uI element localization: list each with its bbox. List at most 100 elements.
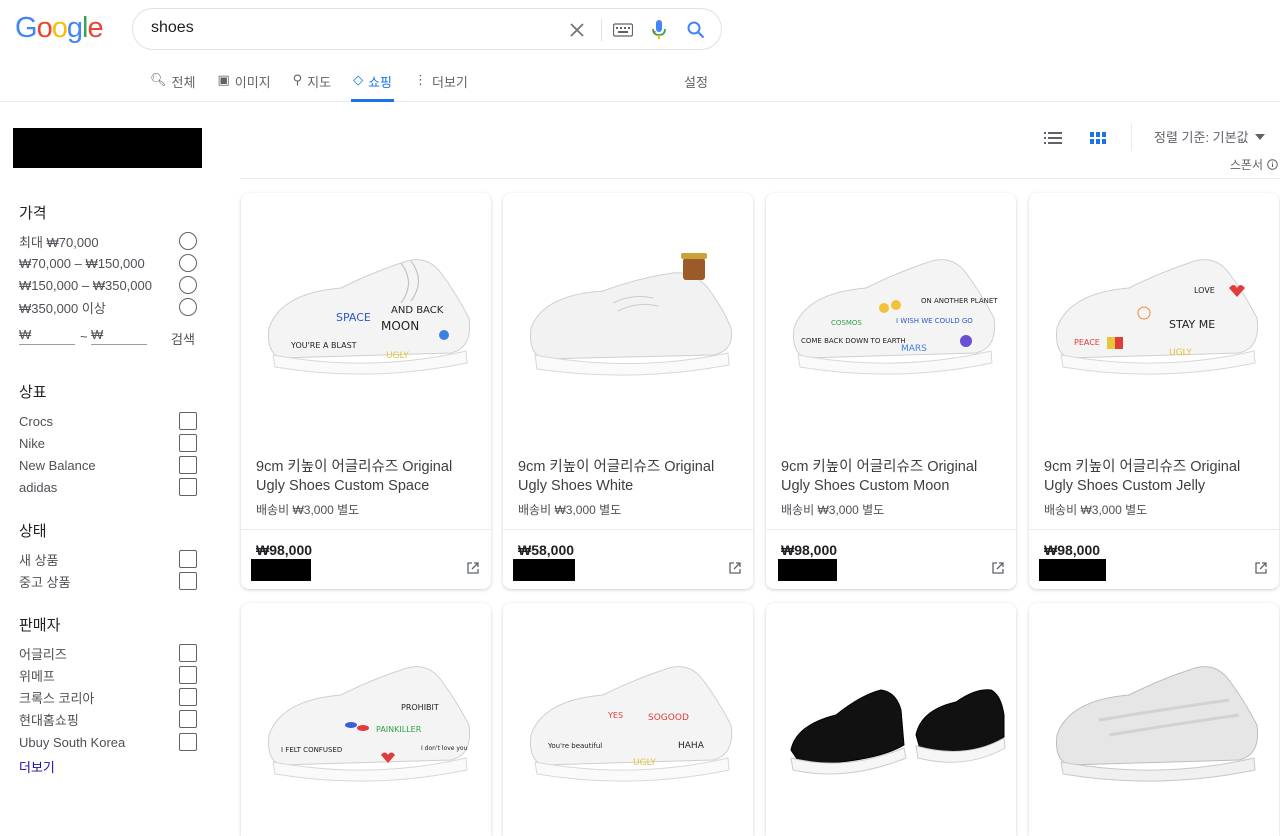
open-in-new-icon[interactable] xyxy=(467,561,479,579)
checkbox[interactable] xyxy=(179,666,197,684)
open-in-new-icon[interactable] xyxy=(992,561,1004,579)
product-title[interactable]: 9cm 키높이 어글리슈즈 Original Ugly Shoes Custom… xyxy=(1044,458,1269,496)
product-card[interactable]: PROHIBIT PAINKILLER I FELT CONFUSED I do… xyxy=(241,603,491,836)
svg-text:COME BACK DOWN TO EARTH: COME BACK DOWN TO EARTH xyxy=(801,337,906,345)
brand-option[interactable]: Nike xyxy=(19,433,199,453)
search-icon[interactable] xyxy=(684,18,708,42)
redacted-block xyxy=(13,128,202,168)
condition-option[interactable]: 중고 상품 xyxy=(19,571,199,591)
max-price-input[interactable]: ₩ xyxy=(91,327,147,345)
radio-button[interactable] xyxy=(179,232,197,250)
seller-option[interactable]: 현대홈쇼핑 xyxy=(19,709,199,729)
brand-option[interactable]: adidas xyxy=(19,477,199,497)
shipping-info: 배송비 ₩3,000 별도 xyxy=(256,503,360,517)
checkbox[interactable] xyxy=(179,733,197,751)
grid-view-icon[interactable] xyxy=(1090,131,1106,149)
product-card[interactable] xyxy=(766,603,1016,836)
product-image[interactable]: ON ANOTHER PLANET COSMOS I WISH WE COULD… xyxy=(766,193,1016,433)
caret-down-icon xyxy=(1254,133,1265,140)
product-image[interactable]: LOVE STAY ME PEACE UGLY xyxy=(1029,193,1279,433)
svg-text:AND BACK: AND BACK xyxy=(391,305,444,316)
redacted-store-name xyxy=(513,559,575,581)
price-range: ₩ ~ ₩ 검색 xyxy=(19,327,195,348)
svg-text:PROHIBIT: PROHIBIT xyxy=(401,703,439,712)
product-price: ₩58,000 xyxy=(518,542,575,558)
checkbox[interactable] xyxy=(179,644,197,662)
open-in-new-icon[interactable] xyxy=(1255,561,1267,579)
product-title[interactable]: 9cm 키높이 어글리슈즈 Original Ugly Shoes Custom… xyxy=(781,458,1006,496)
microphone-icon[interactable] xyxy=(647,18,671,42)
settings-link[interactable]: 설정 xyxy=(684,72,708,91)
seller-option[interactable]: 어글리즈 xyxy=(19,643,199,663)
tab-shopping[interactable]: ◇ 쇼핑 xyxy=(351,64,394,102)
price-option[interactable]: ₩150,000 – ₩350,000 xyxy=(19,275,199,295)
product-image[interactable]: YES SOGOOD You're beautiful HAHA UGLY xyxy=(503,603,753,836)
clear-icon[interactable] xyxy=(565,18,589,42)
card-divider xyxy=(1029,529,1279,530)
product-card[interactable] xyxy=(1029,603,1279,836)
sort-dropdown[interactable]: 정렬 기준: 기본값 xyxy=(1154,127,1265,146)
product-price: ₩98,000 xyxy=(1044,542,1101,558)
product-card[interactable]: SPACE AND BACK MOON YOU'RE A BLAST UGLY … xyxy=(241,193,491,589)
product-title[interactable]: 9cm 키높이 어글리슈즈 Original Ugly Shoes Custom… xyxy=(256,458,481,496)
tab-more[interactable]: ⋮ 더보기 xyxy=(414,64,468,102)
checkbox[interactable] xyxy=(179,710,197,728)
price-option[interactable]: 최대 ₩70,000 xyxy=(19,231,199,251)
seller-option[interactable]: Ubuy South Korea xyxy=(19,732,199,752)
shipping-info: 배송비 ₩3,000 별도 xyxy=(781,503,885,517)
svg-text:YES: YES xyxy=(607,711,623,720)
brand-option[interactable]: New Balance xyxy=(19,455,199,475)
price-search-button[interactable]: 검색 xyxy=(171,329,195,348)
checkbox[interactable] xyxy=(179,434,197,452)
svg-text:You're beautiful: You're beautiful xyxy=(547,742,602,750)
svg-text:UGLY: UGLY xyxy=(633,758,656,768)
product-image[interactable] xyxy=(766,603,1016,836)
checkbox[interactable] xyxy=(179,412,197,430)
product-image[interactable]: SPACE AND BACK MOON YOU'RE A BLAST UGLY xyxy=(241,193,491,433)
price-filter-title: 가격 xyxy=(19,205,47,222)
info-icon[interactable] xyxy=(1267,159,1278,170)
card-divider xyxy=(766,529,1016,530)
svg-text:MARS: MARS xyxy=(901,344,927,354)
keyboard-icon[interactable] xyxy=(611,18,635,42)
tab-images[interactable]: ▣ 이미지 xyxy=(217,64,270,102)
brand-option[interactable]: Crocs xyxy=(19,411,199,431)
product-card[interactable]: 9cm 키높이 어글리슈즈 Original Ugly Shoes White … xyxy=(503,193,753,589)
google-logo[interactable]: Google xyxy=(15,12,104,45)
checkbox[interactable] xyxy=(179,478,197,496)
redacted-store-name xyxy=(1039,559,1106,581)
checkbox[interactable] xyxy=(179,550,197,568)
price-option[interactable]: ₩70,000 – ₩150,000 xyxy=(19,253,199,273)
radio-button[interactable] xyxy=(179,298,197,316)
checkbox[interactable] xyxy=(179,456,197,474)
checkbox[interactable] xyxy=(179,688,197,706)
checkbox[interactable] xyxy=(179,572,197,590)
svg-text:UGLY: UGLY xyxy=(1169,348,1192,358)
min-price-input[interactable]: ₩ xyxy=(19,327,75,345)
seller-option[interactable]: 위메프 xyxy=(19,665,199,685)
open-in-new-icon[interactable] xyxy=(729,561,741,579)
tab-all[interactable]: 🔍︎ 전체 xyxy=(150,64,195,102)
svg-text:PEACE: PEACE xyxy=(1074,338,1100,347)
radio-button[interactable] xyxy=(179,276,197,294)
seller-option[interactable]: 크록스 코리아 xyxy=(19,687,199,707)
search-input[interactable] xyxy=(151,19,551,37)
condition-option[interactable]: 새 상품 xyxy=(19,549,199,569)
product-title[interactable]: 9cm 키높이 어글리슈즈 Original Ugly Shoes White xyxy=(518,458,743,496)
product-card[interactable]: LOVE STAY ME PEACE UGLY 9cm 키높이 어글리슈즈 Or… xyxy=(1029,193,1279,589)
list-view-icon[interactable] xyxy=(1044,131,1062,149)
radio-button[interactable] xyxy=(179,254,197,272)
brand-filter-title: 상표 xyxy=(19,384,47,401)
product-card[interactable]: ON ANOTHER PLANET COSMOS I WISH WE COULD… xyxy=(766,193,1016,589)
image-icon: ▣ xyxy=(217,72,230,87)
product-card[interactable]: YES SOGOOD You're beautiful HAHA UGLY xyxy=(503,603,753,836)
product-image[interactable] xyxy=(1029,603,1279,836)
product-image[interactable]: PROHIBIT PAINKILLER I FELT CONFUSED I do… xyxy=(241,603,491,836)
svg-text:PAINKILLER: PAINKILLER xyxy=(376,725,422,734)
tab-maps[interactable]: ⚲ 지도 xyxy=(293,64,331,102)
search-divider xyxy=(601,19,602,41)
product-image[interactable] xyxy=(503,193,753,433)
price-option[interactable]: ₩350,000 이상 xyxy=(19,297,199,317)
sellers-more-link[interactable]: 더보기 xyxy=(19,757,55,776)
search-tabs: 🔍︎ 전체 ▣ 이미지 ⚲ 지도 ◇ 쇼핑 ⋮ 더보기 xyxy=(150,64,490,102)
